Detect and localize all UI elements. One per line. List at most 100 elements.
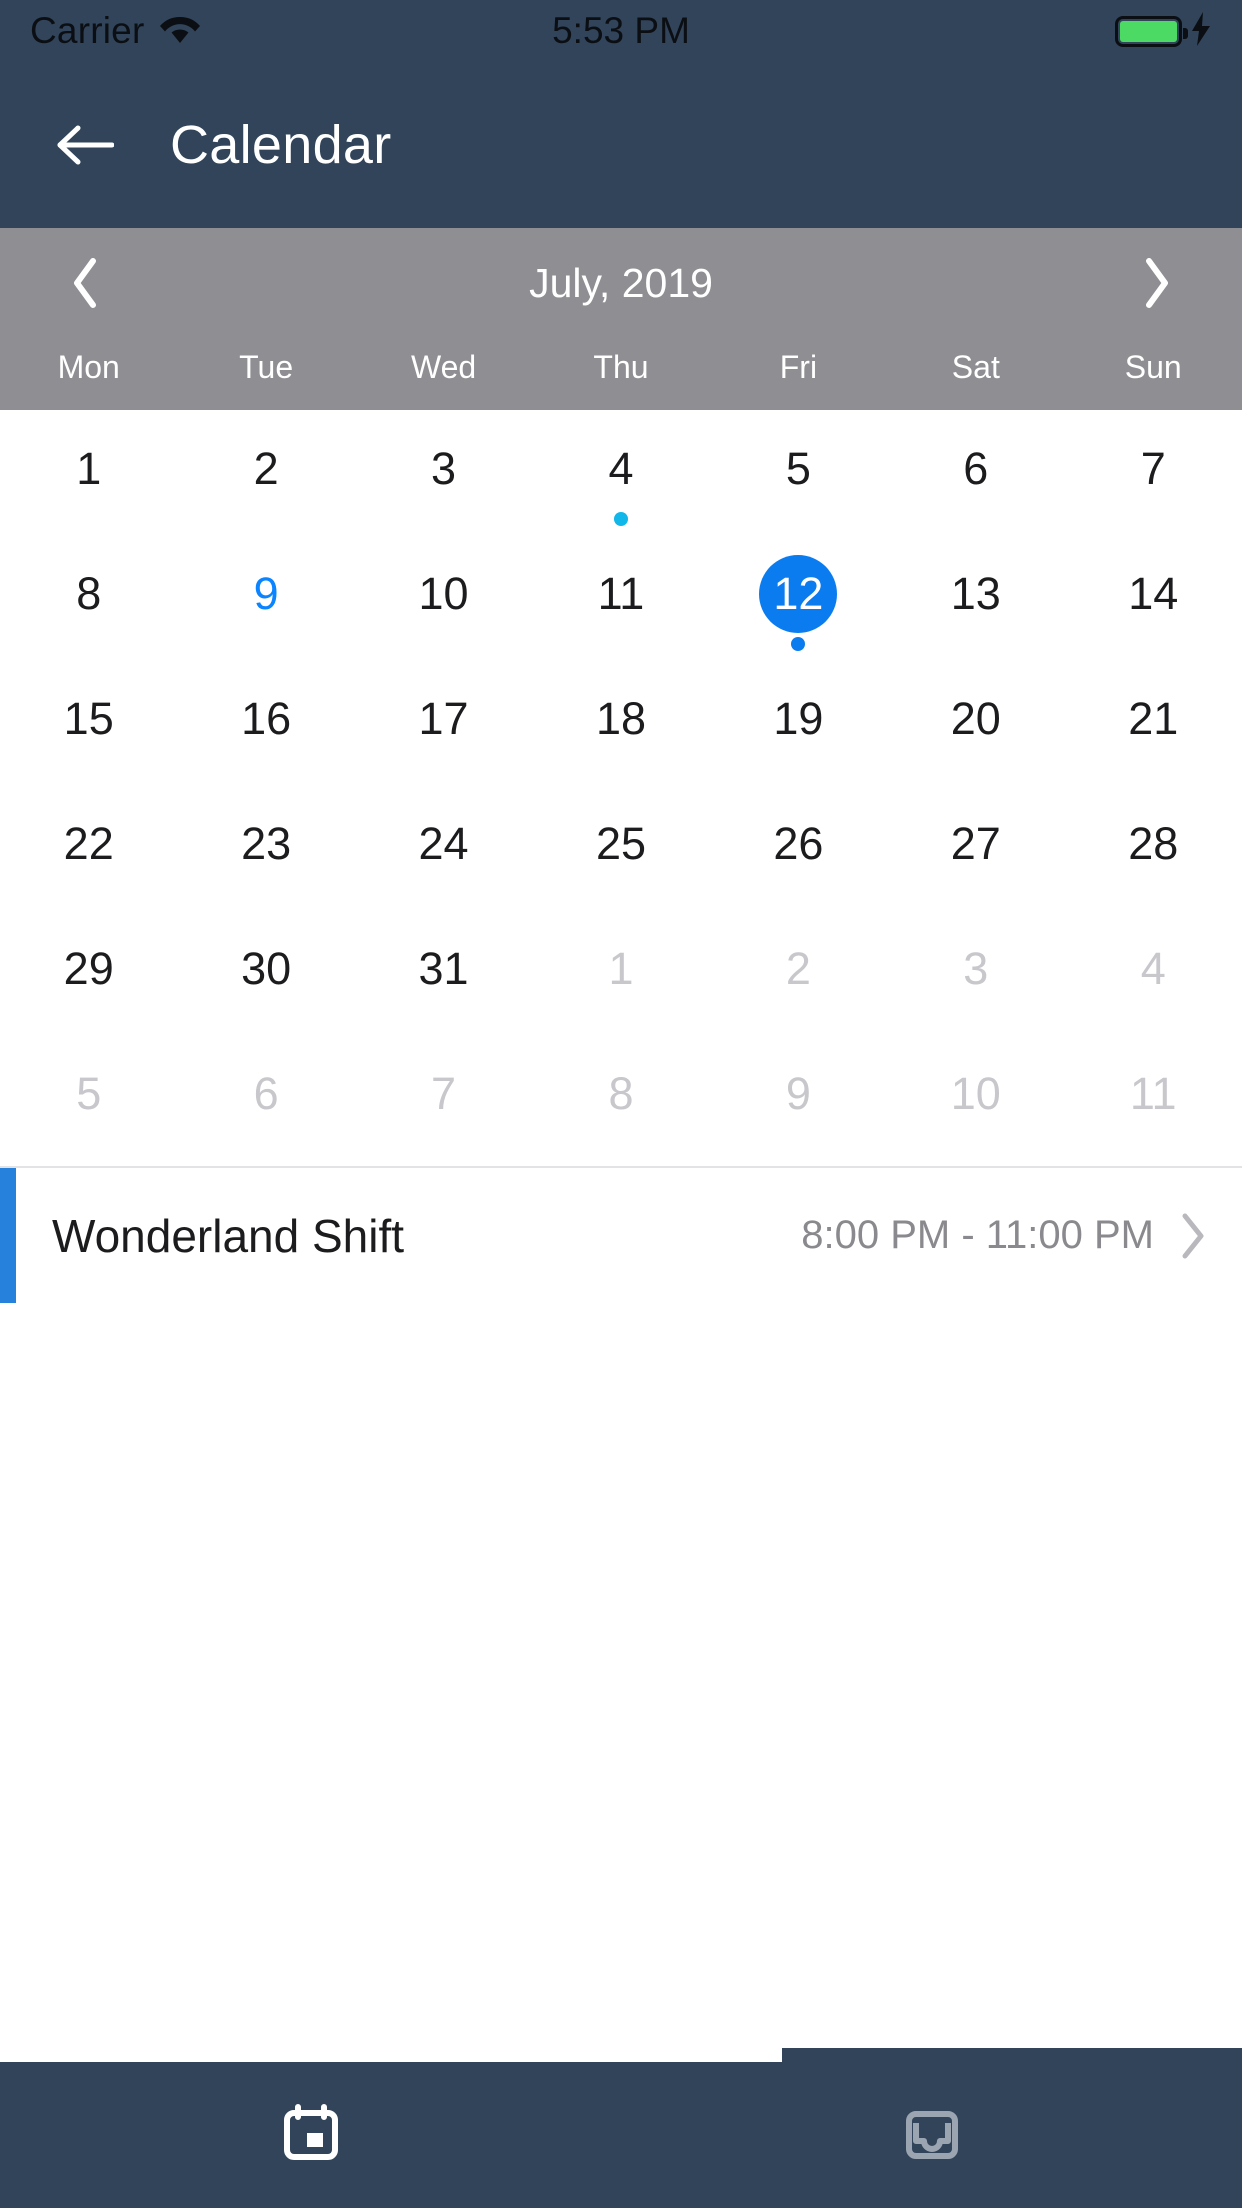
calendar-day-cell[interactable]: 3 (355, 416, 532, 541)
calendar-day-cell[interactable]: 15 (0, 666, 177, 791)
calendar-day-cell[interactable]: 1 (0, 416, 177, 541)
calendar-day-cell[interactable]: 17 (355, 666, 532, 791)
chevron-right-icon[interactable] (1180, 1212, 1206, 1260)
calendar-week-row: 22 23 24 25 26 27 28 (0, 791, 1242, 916)
status-bar: Carrier 5:53 PM (0, 0, 1242, 62)
calendar-day-number: 2 (253, 443, 279, 494)
calendar-day-number: 29 (63, 943, 114, 994)
calendar-day-cell[interactable]: 13 (887, 541, 1064, 666)
calendar-day-cell[interactable]: 14 (1065, 541, 1242, 666)
horizontal-scrollbar[interactable] (0, 2048, 1242, 2062)
calendar-day-number: 6 (963, 443, 989, 494)
calendar-day-number: 30 (241, 943, 292, 994)
back-button[interactable] (52, 112, 118, 178)
calendar-grid: 1 2 3 4 5 6 7 8 9 10 11 12 13 14 15 16 17 18 19 20 21 22 23 24 2… (0, 410, 1242, 1166)
calendar-day-cell[interactable]: 21 (1065, 666, 1242, 791)
calendar-day-number: 6 (253, 1068, 279, 1119)
weekday-label-fri: Fri (779, 348, 818, 385)
calendar-day-cell[interactable]: 16 (177, 666, 354, 791)
page-title: Calendar (170, 115, 392, 175)
calendar-day-cell[interactable]: 30 (177, 916, 354, 1041)
calendar-day-cell[interactable]: 9 (177, 541, 354, 666)
calendar-day-number: 2 (785, 943, 811, 994)
month-header: July, 2019 Mon Tue Wed Thu Fri Sat Sun (0, 228, 1242, 410)
calendar-day-cell[interactable]: 10 (887, 1041, 1064, 1166)
calendar-day-number: 4 (608, 443, 634, 494)
calendar-day-cell[interactable]: 23 (177, 791, 354, 916)
calendar-day-cell[interactable]: 28 (1065, 791, 1242, 916)
calendar-day-cell[interactable]: 7 (1065, 416, 1242, 541)
calendar-day-cell[interactable]: 11 (1065, 1041, 1242, 1166)
calendar-day-cell[interactable]: 25 (532, 791, 709, 916)
calendar-day-cell[interactable]: 22 (0, 791, 177, 916)
calendar-day-cell[interactable]: 8 (532, 1041, 709, 1166)
calendar-day-number: 18 (595, 693, 646, 744)
calendar-day-number: 31 (418, 943, 469, 994)
next-month-button[interactable] (1127, 245, 1187, 321)
calendar-day-number: 12 (759, 555, 838, 633)
calendar-day-cell[interactable]: 8 (0, 541, 177, 666)
calendar-day-number: 1 (76, 443, 102, 494)
calendar-day-number: 16 (241, 693, 292, 744)
calendar-day-cell[interactable]: 29 (0, 916, 177, 1041)
calendar-day-cell[interactable]: 1 (532, 916, 709, 1041)
calendar-day-cell[interactable]: 2 (710, 916, 887, 1041)
calendar-day-number: 17 (418, 693, 469, 744)
battery-full-icon (1115, 15, 1188, 47)
calendar-day-cell[interactable]: 31 (355, 916, 532, 1041)
calendar-week-row: 1 2 3 4 5 6 7 (0, 416, 1242, 541)
calendar-day-cell[interactable]: 20 (887, 666, 1064, 791)
calendar-day-cell[interactable]: 5 (710, 416, 887, 541)
inbox-icon (902, 2103, 962, 2168)
scrollbar-thumb[interactable] (0, 2048, 783, 2062)
calendar-day-cell[interactable]: 12 (710, 541, 887, 666)
calendar-day-cell[interactable]: 3 (887, 916, 1064, 1041)
calendar-day-cell[interactable]: 27 (887, 791, 1064, 916)
calendar-day-cell[interactable]: 10 (355, 541, 532, 666)
weekday-label-thu: Thu (593, 348, 649, 385)
month-year-label: July, 2019 (529, 259, 713, 306)
chevron-left-icon (74, 258, 96, 308)
previous-month-button[interactable] (55, 245, 115, 321)
event-accent-bar (0, 1168, 16, 1303)
calendar-day-number: 8 (608, 1068, 634, 1119)
calendar-day-number: 5 (785, 443, 811, 494)
weekday-label-sun: Sun (1124, 348, 1182, 385)
calendar-day-number: 21 (1128, 693, 1179, 744)
calendar-day-cell[interactable]: 5 (0, 1041, 177, 1166)
calendar-day-number: 26 (773, 818, 824, 869)
tab-inbox[interactable] (621, 2062, 1242, 2208)
battery-fill (1120, 20, 1177, 42)
calendar-day-number: 22 (63, 818, 114, 869)
calendar-day-cell[interactable]: 26 (710, 791, 887, 916)
calendar-day-cell[interactable]: 4 (532, 416, 709, 541)
calendar-day-number: 19 (773, 693, 824, 744)
calendar-day-number: 10 (950, 1068, 1001, 1119)
calendar-day-cell[interactable]: 6 (177, 1041, 354, 1166)
calendar-day-cell[interactable]: 9 (710, 1041, 887, 1166)
calendar-day-cell[interactable]: 18 (532, 666, 709, 791)
calendar-day-number: 8 (76, 568, 102, 619)
bottom-tab-bar (0, 2062, 1242, 2208)
calendar-day-cell[interactable]: 4 (1065, 916, 1242, 1041)
weekday-header-row: Mon Tue Wed Thu Fri Sat Sun (0, 338, 1242, 410)
calendar-day-cell[interactable]: 2 (177, 416, 354, 541)
calendar-day-cell[interactable]: 11 (532, 541, 709, 666)
calendar-day-cell[interactable]: 19 (710, 666, 887, 791)
calendar-week-row: 15 16 17 18 19 20 21 (0, 666, 1242, 791)
event-list-item[interactable]: Wonderland Shift 8:00 PM - 11:00 PM (0, 1168, 1242, 1303)
wifi-icon (158, 13, 202, 50)
tab-calendar[interactable] (0, 2062, 621, 2208)
lightning-bolt-icon (1190, 11, 1212, 51)
calendar-day-number: 13 (950, 568, 1001, 619)
status-bar-right (1115, 11, 1212, 51)
calendar-day-number: 28 (1128, 818, 1179, 869)
carrier-label: Carrier (30, 10, 145, 51)
calendar-day-cell[interactable]: 24 (355, 791, 532, 916)
calendar-day-number: 7 (1140, 443, 1166, 494)
calendar-day-number: 10 (418, 568, 469, 619)
calendar-day-number: 24 (418, 818, 469, 869)
calendar-day-cell[interactable]: 7 (355, 1041, 532, 1166)
calendar-day-cell[interactable]: 6 (887, 416, 1064, 541)
calendar-day-number: 5 (76, 1068, 102, 1119)
